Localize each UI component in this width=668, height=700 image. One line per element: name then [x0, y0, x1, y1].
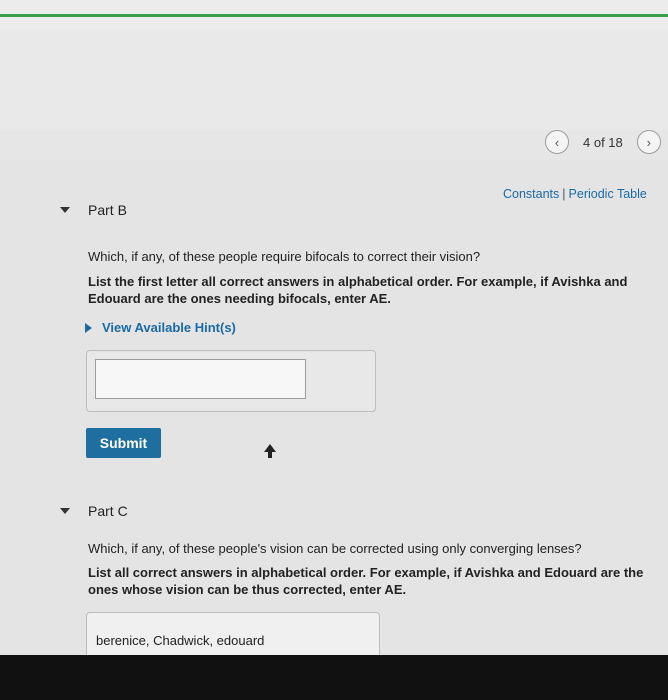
- caret-down-icon: [60, 207, 70, 213]
- part-b-answer-input[interactable]: [95, 359, 306, 399]
- periodic-table-link[interactable]: Periodic Table: [569, 187, 647, 201]
- hint-toggle[interactable]: View Available Hint(s): [85, 320, 236, 335]
- part-b-answer-frame: [86, 350, 376, 412]
- chevron-right-icon: ›: [646, 134, 651, 150]
- part-c-header[interactable]: Part C: [60, 503, 128, 519]
- progress-line: [0, 14, 668, 17]
- part-c-answer-value: berenice, Chadwick, edouard: [96, 633, 265, 648]
- part-b-header[interactable]: Part B: [60, 202, 127, 218]
- header-area: [0, 30, 668, 130]
- submit-button[interactable]: Submit: [86, 428, 161, 458]
- constants-link[interactable]: Constants: [503, 187, 559, 201]
- part-b-instruction: List the first letter all correct answer…: [88, 274, 628, 306]
- hint-label: View Available Hint(s): [102, 320, 236, 335]
- caret-down-icon: [60, 508, 70, 514]
- next-button[interactable]: ›: [636, 130, 661, 154]
- mouse-pointer-icon: [264, 444, 276, 458]
- caret-right-icon: [85, 322, 92, 333]
- part-b-question: Which, if any, of these people require b…: [88, 249, 481, 264]
- page-count: 4 of 18: [583, 134, 623, 150]
- chevron-left-icon: ‹: [554, 134, 560, 150]
- reference-links: Constants | Periodic Table: [503, 187, 647, 201]
- link-separator: |: [562, 187, 566, 201]
- part-c-title: Part C: [88, 503, 128, 519]
- pager: ‹ 4 of 18 ›: [545, 128, 661, 156]
- prev-button[interactable]: ‹: [545, 130, 569, 154]
- part-b-title: Part B: [88, 202, 127, 218]
- bottom-bar: [0, 655, 668, 700]
- part-c-instruction: List all correct answers in alphabetical…: [88, 565, 644, 597]
- part-c-question: Which, if any, of these people's vision …: [88, 541, 582, 556]
